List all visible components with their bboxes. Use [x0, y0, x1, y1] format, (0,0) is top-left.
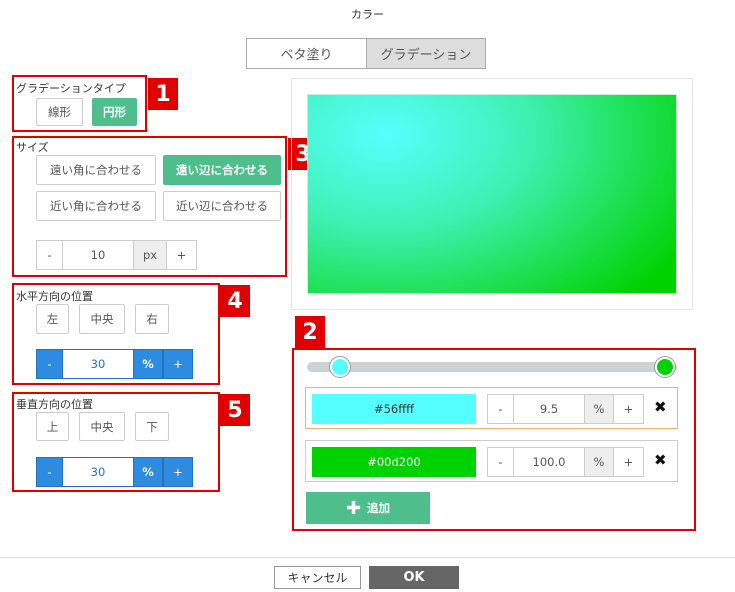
gradient-preview [307, 94, 677, 294]
gradient-type-label: グラデーションタイプ [16, 82, 126, 95]
ok-button[interactable]: OK [369, 566, 459, 589]
horizontal-unit: % [133, 349, 163, 379]
annotation-badge-4: 4 [220, 285, 250, 317]
align-right-button[interactable]: 右 [135, 304, 169, 334]
vertical-decrement-button[interactable]: - [36, 457, 63, 487]
farthest-side-button[interactable]: 遠い辺に合わせる [163, 155, 281, 185]
vertical-stepper: - 30 % + [36, 457, 193, 487]
stop-increment-button[interactable]: + [614, 394, 644, 424]
size-unit: px [133, 240, 167, 270]
tab-gradient[interactable]: グラデーション [366, 38, 486, 69]
stop-decrement-button[interactable]: - [487, 394, 514, 424]
color-swatch[interactable]: #56ffff [312, 394, 476, 424]
tab-solid-fill[interactable]: ベタ塗り [246, 38, 367, 69]
stop-position-stepper: - 100.0 % + [487, 447, 644, 477]
color-swatch[interactable]: #00d200 [312, 447, 476, 477]
closest-corner-button[interactable]: 近い角に合わせる [36, 191, 156, 221]
stop-unit: % [584, 394, 614, 424]
horizontal-increment-button[interactable]: + [163, 349, 193, 379]
dialog-title: カラー [351, 8, 384, 21]
size-increment-button[interactable]: + [167, 240, 197, 270]
footer-divider [0, 557, 735, 558]
color-stop-row: #56ffff - 9.5 % + ✖ [305, 387, 678, 429]
gradient-slider-track[interactable] [307, 362, 677, 372]
cancel-button[interactable]: キャンセル [274, 566, 361, 589]
stop-position-stepper: - 9.5 % + [487, 394, 644, 424]
annotation-badge-2: 2 [295, 316, 325, 348]
horizontal-stepper: - 30 % + [36, 349, 193, 379]
linear-button[interactable]: 線形 [36, 98, 83, 126]
delete-stop-icon[interactable]: ✖ [654, 451, 667, 469]
stop-increment-button[interactable]: + [614, 447, 644, 477]
align-left-button[interactable]: 左 [36, 304, 69, 334]
align-middle-button[interactable]: 中央 [79, 412, 125, 441]
stop-decrement-button[interactable]: - [487, 447, 514, 477]
vertical-increment-button[interactable]: + [163, 457, 193, 487]
size-stepper: - 10 px + [36, 240, 197, 270]
delete-stop-icon[interactable]: ✖ [654, 398, 667, 416]
plus-icon: ✚ [345, 497, 362, 519]
align-center-button[interactable]: 中央 [79, 304, 125, 334]
farthest-corner-button[interactable]: 遠い角に合わせる [36, 155, 156, 185]
horizontal-position-label: 水平方向の位置 [16, 290, 93, 303]
stop-position-input[interactable]: 9.5 [514, 394, 584, 424]
add-stop-label: 追加 [367, 501, 391, 515]
radial-button[interactable]: 円形 [92, 98, 137, 126]
annotation-badge-5: 5 [220, 394, 250, 426]
horizontal-value-input[interactable]: 30 [63, 349, 133, 379]
annotation-badge-1: 1 [148, 78, 178, 110]
size-label: サイズ [16, 141, 49, 154]
color-stop-row: #00d200 - 100.0 % + ✖ [305, 440, 678, 482]
vertical-position-label: 垂直方向の位置 [16, 398, 93, 411]
horizontal-decrement-button[interactable]: - [36, 349, 63, 379]
align-bottom-button[interactable]: 下 [135, 412, 169, 441]
add-stop-button[interactable]: ✚ 追加 [306, 492, 430, 524]
stop-position-input[interactable]: 100.0 [514, 447, 584, 477]
slider-handle-stop-1[interactable] [330, 357, 351, 377]
closest-side-button[interactable]: 近い辺に合わせる [163, 191, 281, 221]
vertical-unit: % [133, 457, 163, 487]
vertical-value-input[interactable]: 30 [63, 457, 133, 487]
align-top-button[interactable]: 上 [36, 412, 69, 441]
slider-handle-stop-2[interactable] [655, 357, 675, 377]
size-decrement-button[interactable]: - [36, 240, 63, 270]
size-value-input[interactable]: 10 [63, 240, 133, 270]
stop-unit: % [584, 447, 614, 477]
